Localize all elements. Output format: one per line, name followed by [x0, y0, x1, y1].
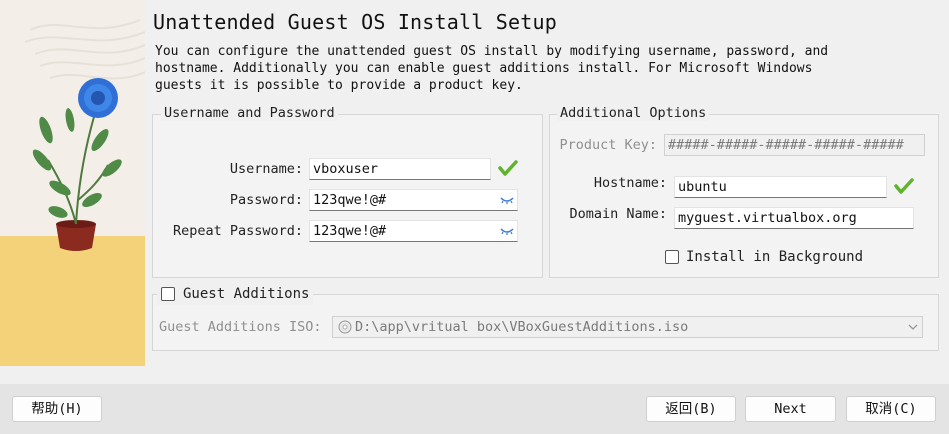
flower-pot-illustration: [0, 0, 145, 366]
hostname-valid-icon: [894, 178, 914, 194]
repeat-password-input[interactable]: 123qwe!@#: [309, 220, 518, 242]
domain-name-label: Domain Name:: [569, 206, 667, 222]
guest-additions-iso-value: D:\app\vritual box\VBoxGuestAdditions.is…: [355, 319, 689, 335]
install-in-background-label[interactable]: Install in Background: [686, 249, 863, 265]
wizard-illustration: [0, 0, 145, 366]
product-key-input: #####-#####-#####-#####-#####: [664, 134, 925, 156]
username-input[interactable]: vboxuser: [309, 158, 491, 180]
chevron-down-icon: [908, 324, 918, 330]
password-label: Password:: [229, 192, 303, 208]
password-input[interactable]: 123qwe!@#: [309, 189, 518, 211]
domain-name-input[interactable]: myguest.virtualbox.org: [674, 207, 914, 229]
hostname-input[interactable]: ubuntu: [674, 176, 887, 198]
product-key-label: Product Key:: [559, 137, 657, 153]
wizard-page: Unattended Guest OS Install Setup You ca…: [145, 0, 949, 384]
guest-additions-iso-label: Guest Additions ISO:: [159, 319, 322, 335]
disc-icon: [338, 320, 352, 334]
guest-additions-label[interactable]: Guest Additions: [183, 286, 309, 302]
guest-additions-iso-select: D:\app\vritual box\VBoxGuestAdditions.is…: [332, 316, 923, 338]
wizard-footer: 帮助(H) 返回(B) Next 取消(C): [0, 384, 949, 434]
username-password-group-label: Username and Password: [161, 105, 338, 121]
password-reveal-eye-icon[interactable]: [500, 195, 514, 205]
page-description: You can configure the unattended guest O…: [155, 44, 829, 93]
page-title: Unattended Guest OS Install Setup: [153, 10, 557, 34]
additional-options-group-label: Additional Options: [557, 105, 710, 121]
repeat-password-reveal-eye-icon[interactable]: [500, 226, 514, 236]
install-in-background-checkbox[interactable]: [665, 250, 679, 264]
guest-additions-checkbox[interactable]: [161, 287, 175, 301]
username-valid-icon: [498, 160, 518, 176]
hostname-label: Hostname:: [593, 175, 667, 191]
repeat-password-label: Repeat Password:: [172, 223, 303, 239]
next-button[interactable]: Next: [745, 396, 836, 422]
back-button[interactable]: 返回(B): [646, 396, 736, 422]
username-label: Username:: [229, 161, 303, 177]
help-button[interactable]: 帮助(H): [12, 396, 102, 422]
cancel-button[interactable]: 取消(C): [846, 396, 936, 422]
